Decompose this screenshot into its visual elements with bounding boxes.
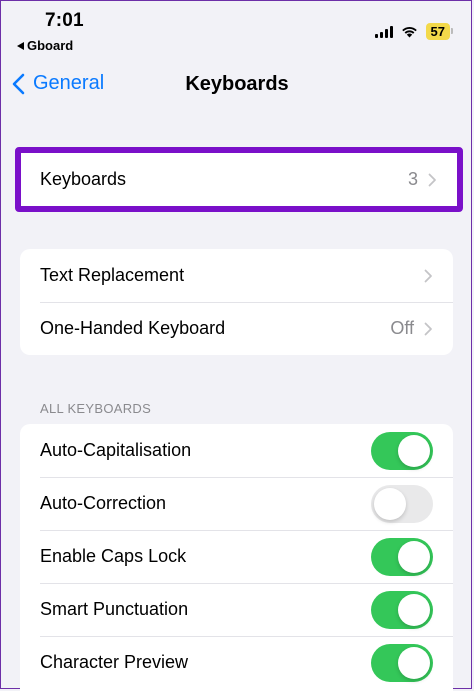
cellular-signal-icon (374, 25, 393, 38)
keyboards-row-highlight: Keyboards 3 (15, 147, 463, 212)
toggle-knob (374, 487, 406, 520)
wifi-icon (401, 27, 417, 38)
toggle-row-auto-correction: Auto-Correction (20, 477, 453, 530)
toggle-row-enable-caps-lock: Enable Caps Lock (20, 530, 453, 583)
toggle-knob (398, 540, 430, 573)
back-triangle-icon (17, 41, 24, 50)
auto-correction-toggle[interactable] (371, 484, 433, 523)
chevron-right-icon (424, 322, 432, 335)
page-title: Keyboards (185, 73, 289, 95)
chevron-right-icon (428, 173, 436, 186)
toggle-row-character-preview: Character Preview (20, 636, 453, 689)
keyboards-row-label: Keyboards (40, 169, 127, 189)
status-bar: 7:01 Gboard 57 (0, 0, 474, 58)
toggle-row-smart-punctuation: Smart Punctuation (20, 583, 453, 636)
all-keyboards-header: ALL KEYBOARDS (40, 401, 152, 416)
toggle-knob (398, 434, 430, 467)
text-replacement-label: Text Replacement (40, 265, 185, 285)
text-replacement-row[interactable]: Text Replacement (20, 249, 453, 302)
keyboards-count: 3 (407, 169, 418, 189)
auto-capitalisation-label: Auto-Capitalisation (40, 440, 192, 460)
return-to-app-link[interactable]: Gboard (17, 38, 73, 53)
character-preview-label: Character Preview (40, 652, 189, 672)
toggle-knob (398, 593, 430, 626)
battery-indicator: 57 (425, 23, 454, 40)
one-handed-keyboard-value: Off (390, 318, 414, 338)
toggle-row-auto-capitalisation: Auto-Capitalisation (20, 424, 453, 477)
chevron-right-icon (424, 269, 432, 282)
enable-caps-lock-label: Enable Caps Lock (40, 546, 187, 566)
keyboard-options-group: Text Replacement One-Handed Keyboard Off (20, 249, 453, 355)
one-handed-keyboard-row[interactable]: One-Handed Keyboard Off (20, 302, 453, 355)
all-keyboards-group: Auto-Capitalisation Auto-Correction Enab… (20, 424, 453, 691)
character-preview-toggle[interactable] (371, 643, 433, 682)
smart-punctuation-label: Smart Punctuation (40, 599, 189, 619)
auto-correction-label: Auto-Correction (40, 493, 167, 513)
return-app-label: Gboard (27, 38, 74, 53)
toggle-knob (398, 646, 430, 679)
status-time: 7:01 (45, 10, 84, 31)
keyboards-row[interactable]: Keyboards 3 (21, 153, 457, 206)
enable-caps-lock-toggle[interactable] (371, 537, 433, 576)
auto-capitalisation-toggle[interactable] (371, 431, 433, 470)
one-handed-keyboard-label: One-Handed Keyboard (40, 318, 226, 338)
status-indicators: 57 (374, 23, 454, 40)
smart-punctuation-toggle[interactable] (371, 590, 433, 629)
